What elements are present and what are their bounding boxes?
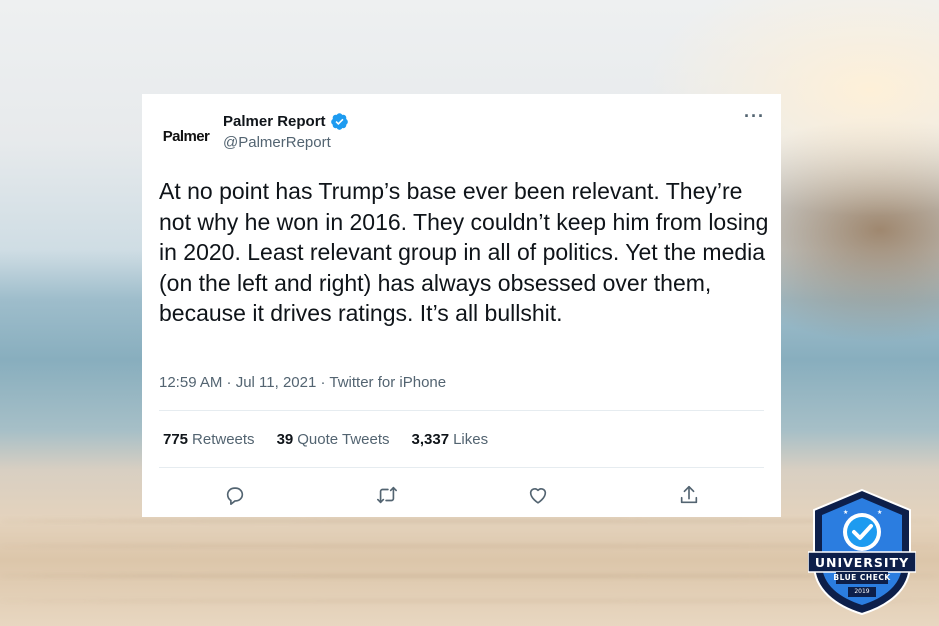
tweet-card: Palmer Palmer Report @PalmerReport ··· A… (142, 94, 781, 517)
author-name[interactable]: Palmer Report (223, 113, 326, 130)
quote-tweets-stat[interactable]: 39 Quote Tweets (277, 431, 390, 448)
reply-button[interactable] (221, 481, 249, 509)
more-options-button[interactable]: ··· (744, 106, 765, 127)
divider (159, 467, 764, 468)
share-button[interactable] (675, 481, 703, 509)
retweets-stat[interactable]: 775 Retweets (163, 431, 255, 448)
quotes-label: Quote Tweets (297, 431, 390, 448)
avatar[interactable]: Palmer (158, 108, 214, 164)
reply-icon (226, 487, 244, 505)
retweets-count: 775 (163, 431, 189, 448)
action-bar (142, 481, 781, 509)
shield-icon: ★ ★ (807, 488, 917, 616)
retweet-button[interactable] (373, 481, 401, 509)
like-icon (529, 488, 547, 504)
retweet-icon (377, 486, 397, 504)
like-button[interactable] (524, 481, 552, 509)
divider (159, 410, 764, 411)
share-icon (680, 485, 698, 504)
university-blue-check-badge: ★ ★ UNIVERSITY BLUE CHECK 2019 (807, 488, 917, 616)
avatar-logo-text: Palmer (162, 127, 210, 145)
tweet-timestamp[interactable]: 12:59 AM · Jul 11, 2021 · Twitter for iP… (159, 374, 446, 391)
author-row: Palmer Report (223, 112, 349, 131)
likes-stat[interactable]: 3,337 Likes (412, 431, 489, 448)
badge-title: UNIVERSITY (814, 555, 910, 570)
svg-text:★: ★ (877, 509, 882, 516)
quotes-count: 39 (276, 431, 294, 448)
author-handle[interactable]: @PalmerReport (223, 134, 331, 151)
verified-badge-icon (330, 113, 348, 130)
likes-label: Likes (453, 431, 489, 448)
retweets-label: Retweets (192, 431, 255, 448)
badge-year: 2019 (854, 588, 870, 595)
engagement-stats: 775 Retweets 39 Quote Tweets 3,337 Likes (163, 431, 510, 448)
likes-count: 3,337 (411, 431, 450, 448)
tweet-text: At no point has Trump’s base ever been r… (159, 178, 769, 326)
badge-subtitle: BLUE CHECK (833, 573, 891, 582)
svg-text:★: ★ (843, 509, 848, 516)
